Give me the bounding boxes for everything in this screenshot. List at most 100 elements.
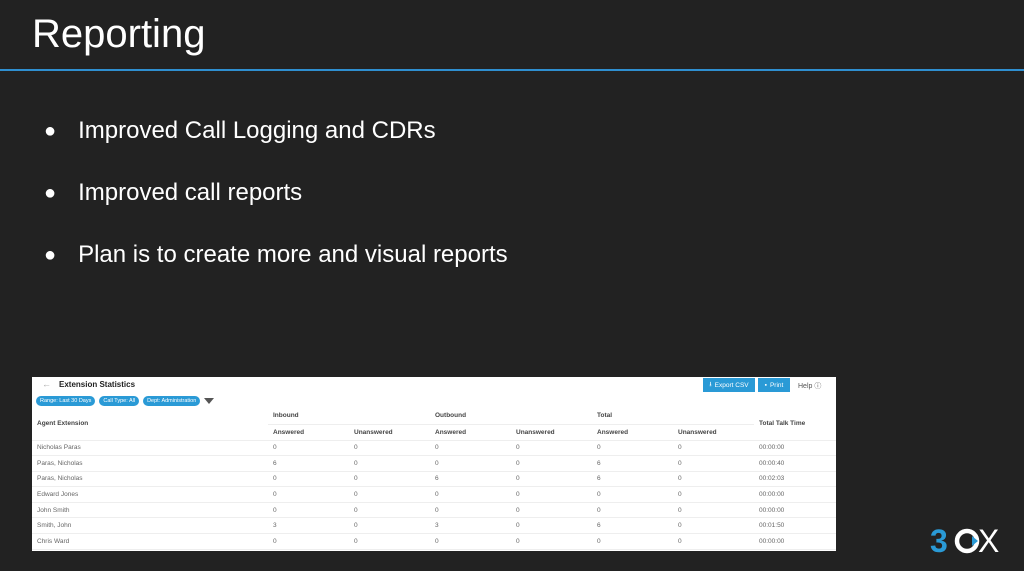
cell-talk-time: 00:02:03 [754, 471, 836, 488]
filter-icon[interactable] [204, 398, 215, 404]
cell-agent: Edward Jones [32, 486, 268, 503]
cell-agent: John Smith [32, 502, 268, 519]
cell-inbound-unanswered: 0 [349, 455, 430, 472]
cell-total-unanswered: 0 [673, 471, 754, 488]
cell-total-answered: 6 [592, 471, 673, 488]
col-outbound-unanswered[interactable]: Unanswered [511, 424, 592, 441]
cell-outbound-answered: 6 [430, 471, 511, 488]
filter-chip-range[interactable]: Range: Last 30 Days [36, 396, 96, 406]
svg-text:3: 3 [930, 524, 948, 558]
cell-outbound-unanswered: 0 [511, 471, 592, 488]
cell-inbound-answered: 3 [268, 517, 349, 535]
title-divider [0, 69, 1024, 71]
cell-total-answered: 0 [592, 486, 673, 503]
cell-agent: Smith, John [32, 517, 268, 535]
cell-outbound-answered: 0 [430, 455, 511, 472]
cell-inbound-answered: 0 [268, 533, 349, 550]
cell-total-answered: 0 [592, 502, 673, 519]
table-row[interactable]: Paras, Nicholas 6 0 0 0 6 0 00:00:40 [32, 455, 836, 472]
cell-inbound-unanswered: 0 [349, 502, 430, 519]
cell-outbound-answered: 0 [430, 440, 511, 457]
filter-chip-call-type[interactable]: Call Type: All [99, 396, 140, 406]
cell-inbound-unanswered: 0 [349, 533, 430, 550]
print-label: Print [769, 381, 784, 389]
cell-inbound-answered: 0 [268, 486, 349, 503]
cell-inbound-answered: 6 [268, 455, 349, 472]
cell-talk-time: 00:00:00 [754, 502, 836, 519]
cell-outbound-unanswered: 0 [511, 486, 592, 503]
cell-inbound-unanswered: 0 [349, 486, 430, 503]
cell-total-answered: 0 [592, 440, 673, 457]
bullet-item: ● Improved Call Logging and CDRs [44, 117, 436, 144]
cell-talk-time: 00:01:50 [754, 517, 836, 535]
cell-inbound-unanswered: 0 [349, 517, 430, 535]
extension-statistics-panel: ← Extension Statistics ⭳ Export CSV ▪ Prin… [32, 377, 836, 551]
table-row[interactable]: Smith, John 3 0 3 0 6 0 00:01:50 [32, 517, 836, 535]
svg-text:X: X [978, 524, 999, 558]
cell-outbound-unanswered: 0 [511, 517, 592, 535]
cell-talk-time: 00:00:00 [754, 440, 836, 457]
cell-inbound-answered: 0 [268, 440, 349, 457]
bullet-text: Plan is to create more and visual report… [78, 241, 508, 268]
cell-total-unanswered: 0 [673, 533, 754, 550]
cell-total-unanswered: 0 [673, 486, 754, 503]
cell-outbound-answered: 0 [430, 502, 511, 519]
cell-total-answered: 0 [592, 533, 673, 550]
col-total-answered[interactable]: Answered [592, 424, 673, 441]
export-label: Export CSV [714, 381, 749, 389]
export-csv-button[interactable]: ⭳ Export CSV [703, 378, 755, 392]
col-total-talk-time[interactable]: Total Talk Time [754, 408, 836, 441]
printer-icon: ▪ [764, 381, 767, 389]
cell-outbound-unanswered: 0 [511, 440, 592, 457]
cell-agent: Chris Ward [32, 533, 268, 550]
cell-outbound-unanswered: 0 [511, 502, 592, 519]
cell-total-unanswered: 0 [673, 455, 754, 472]
bullet-item: ● Plan is to create more and visual repor… [44, 241, 508, 268]
cell-talk-time: 00:00:00 [754, 533, 836, 550]
col-total-unanswered[interactable]: Unanswered [673, 424, 754, 441]
cell-outbound-answered: 0 [430, 486, 511, 503]
help-label: Help [798, 383, 813, 390]
cell-outbound-answered: 3 [430, 517, 511, 535]
cell-agent: Paras, Nicholas [32, 471, 268, 488]
print-button[interactable]: ▪ Print [758, 378, 790, 392]
col-inbound-answered[interactable]: Answered [268, 424, 349, 441]
cell-total-unanswered: 0 [673, 502, 754, 519]
table-row[interactable]: Edward Jones 0 0 0 0 0 0 00:00:00 [32, 486, 836, 503]
group-total: Total [592, 408, 754, 425]
bullet-item: ● Improved call reports [44, 179, 303, 206]
cell-outbound-unanswered: 0 [511, 533, 592, 550]
cell-inbound-answered: 0 [268, 471, 349, 488]
table-row[interactable]: Chris Ward 0 0 0 0 0 0 00:00:00 [32, 533, 836, 550]
table-row[interactable]: John Smith 0 0 0 0 0 0 00:00:00 [32, 502, 836, 519]
col-inbound-unanswered[interactable]: Unanswered [349, 424, 430, 441]
cell-inbound-answered: 0 [268, 502, 349, 519]
cell-agent: Paras, Nicholas [32, 455, 268, 472]
cell-total-answered: 6 [592, 517, 673, 535]
cell-outbound-answered: 0 [430, 533, 511, 550]
3cx-logo: 3 X [930, 524, 999, 558]
cell-total-unanswered: 0 [673, 440, 754, 457]
cell-outbound-unanswered: 0 [511, 455, 592, 472]
cell-total-answered: 6 [592, 455, 673, 472]
bullet-text: Improved Call Logging and CDRs [78, 117, 436, 144]
report-title: Extension Statistics [59, 380, 136, 389]
cell-talk-time: 00:00:40 [754, 455, 836, 472]
back-arrow-icon[interactable]: ← [42, 379, 51, 389]
group-inbound: Inbound [268, 408, 430, 425]
group-outbound: Outbound [430, 408, 592, 425]
question-icon: ⓘ [814, 383, 822, 390]
col-outbound-answered[interactable]: Answered [430, 424, 511, 441]
col-agent-extension[interactable]: Agent Extension [32, 408, 268, 441]
help-button[interactable]: Help ⓘ [798, 381, 821, 391]
filter-chip-dept[interactable]: Dept: Administration [143, 396, 201, 406]
cell-agent: Nicholas Paras [32, 440, 268, 457]
table-row[interactable]: Nicholas Paras 0 0 0 0 0 0 00:00:00 [32, 440, 836, 457]
cell-inbound-unanswered: 0 [349, 471, 430, 488]
cell-inbound-unanswered: 0 [349, 440, 430, 457]
slide-title: Reporting [32, 12, 206, 56]
table-row[interactable]: Paras, Nicholas 0 0 6 0 6 0 00:02:03 [32, 471, 836, 488]
statistics-table: Agent Extension Inbound Outbound Total T… [32, 408, 836, 550]
cell-total-unanswered: 0 [673, 517, 754, 535]
download-icon: ⭳ [709, 380, 712, 388]
